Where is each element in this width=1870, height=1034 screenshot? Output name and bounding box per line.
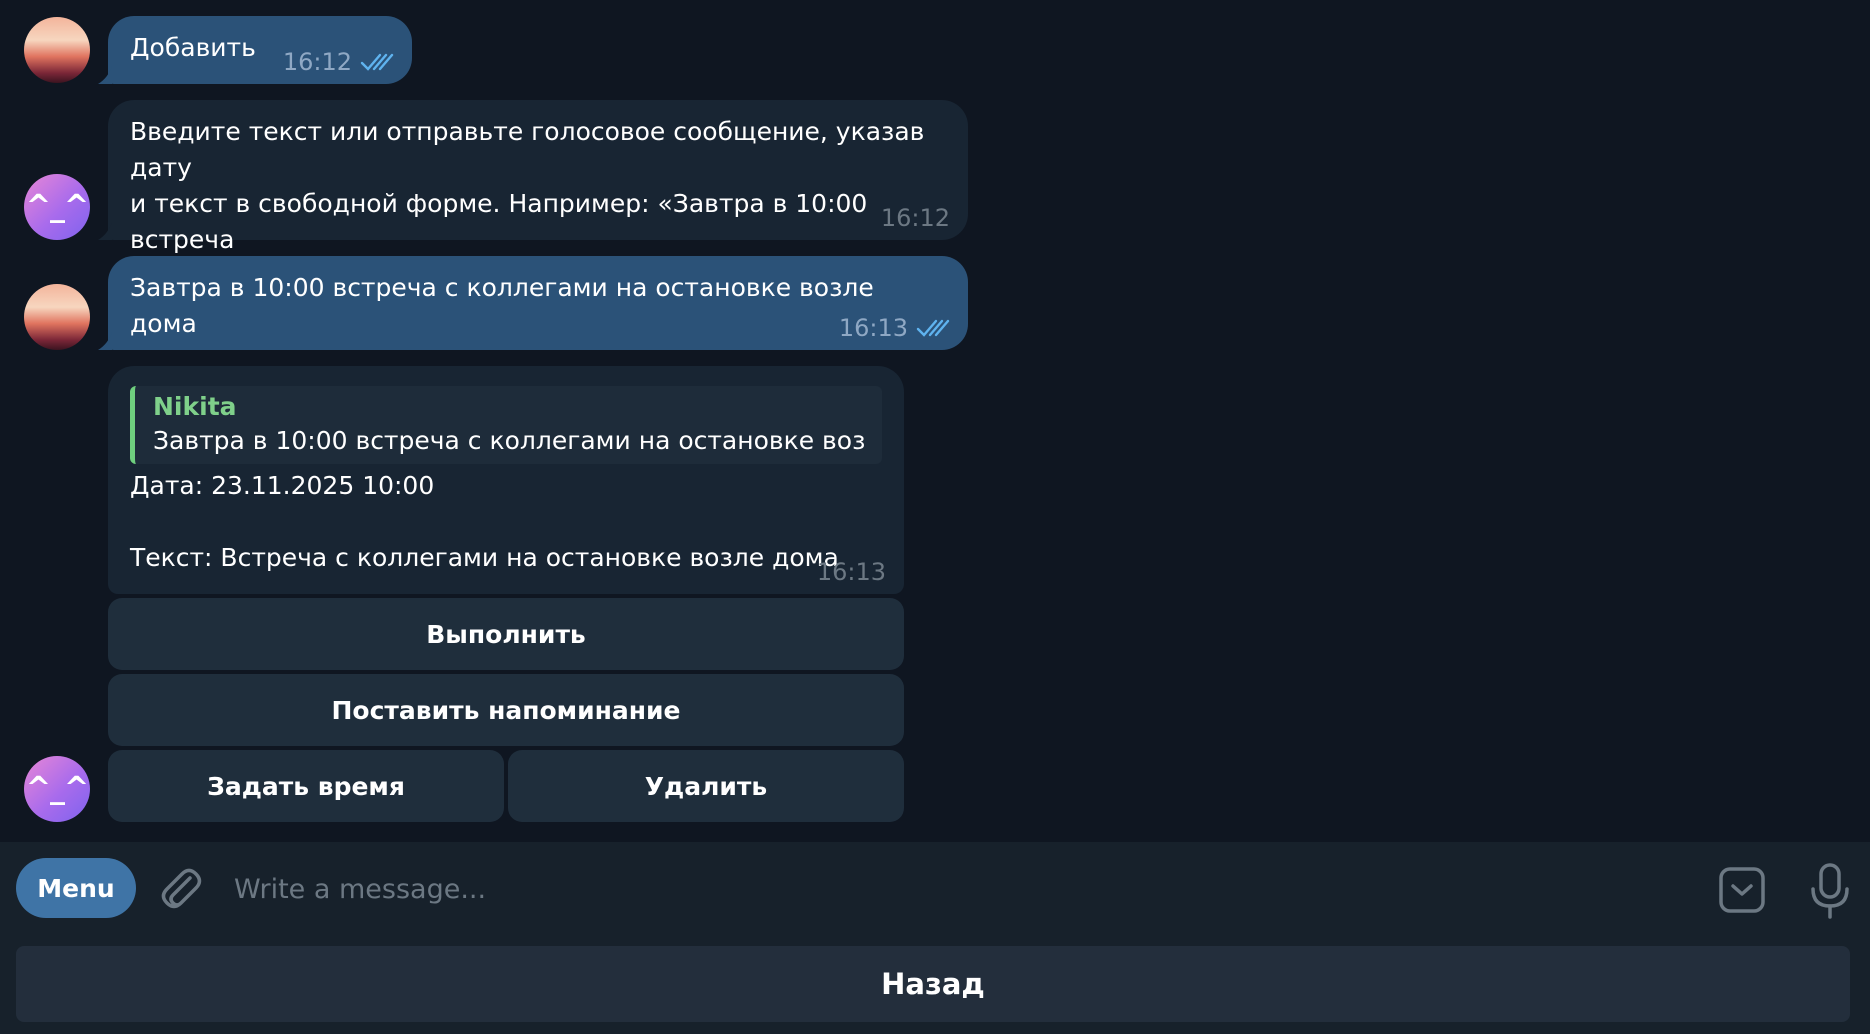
message-meta: 16:13: [817, 558, 886, 586]
back-button[interactable]: Назад: [16, 946, 1850, 1022]
message-bubble-outgoing[interactable]: Добавить 16:12: [98, 16, 412, 84]
message-text: Дата: 23.11.2025 10:00 Текст: Встреча с …: [130, 471, 839, 572]
double-check-icon: [360, 53, 394, 71]
reply-quote[interactable]: Nikita Завтра в 10:00 встреча с коллегам…: [130, 386, 882, 464]
reply-keyboard: Назад: [0, 942, 1870, 1034]
delete-button[interactable]: Удалить: [508, 750, 904, 822]
execute-button[interactable]: Выполнить: [108, 598, 904, 670]
bot-avatar-face: ^_^: [25, 771, 89, 806]
set-time-button[interactable]: Задать время: [108, 750, 504, 822]
double-check-icon: [916, 319, 950, 337]
message-input[interactable]: [234, 864, 1664, 914]
paperclip-icon[interactable]: [158, 864, 204, 914]
bot-avatar-face: ^_^: [25, 189, 89, 224]
bubble-tail: [98, 222, 112, 240]
message-time: 16:13: [838, 314, 908, 342]
message-time: 16:12: [880, 204, 950, 232]
reply-text: Завтра в 10:00 встреча с коллегами на ос…: [153, 426, 866, 455]
bubble-tail: [98, 66, 112, 84]
message-composer: Menu: [0, 842, 1870, 942]
reply-author: Nikita: [153, 392, 237, 421]
chat-window: Добавить 16:12 ^_^ Введите текст или отп…: [0, 0, 1870, 1034]
message-meta: 16:13: [839, 314, 950, 342]
message-meta: 16:12: [881, 204, 950, 232]
message-bubble-incoming[interactable]: Nikita Завтра в 10:00 встреча с коллегам…: [108, 366, 904, 594]
message-bubble-outgoing[interactable]: Завтра в 10:00 встреча с коллегами на ос…: [98, 256, 968, 350]
bubble-tail: [98, 332, 112, 350]
message-meta: 16:12: [283, 48, 394, 76]
message-time: 16:13: [816, 558, 886, 586]
user-avatar[interactable]: [24, 17, 90, 83]
menu-button[interactable]: Menu: [16, 858, 136, 918]
bot-avatar[interactable]: ^_^: [24, 756, 90, 822]
message-text: Завтра в 10:00 встреча с коллегами на ос…: [130, 273, 882, 338]
microphone-icon[interactable]: [1806, 862, 1854, 920]
set-reminder-button[interactable]: Поставить напоминание: [108, 674, 904, 746]
message-time: 16:12: [282, 48, 352, 76]
message-bubble-incoming[interactable]: Введите текст или отправьте голосовое со…: [98, 100, 968, 290]
bot-avatar[interactable]: ^_^: [24, 174, 90, 240]
sticker-icon[interactable]: [1718, 866, 1766, 914]
user-avatar[interactable]: [24, 284, 90, 350]
